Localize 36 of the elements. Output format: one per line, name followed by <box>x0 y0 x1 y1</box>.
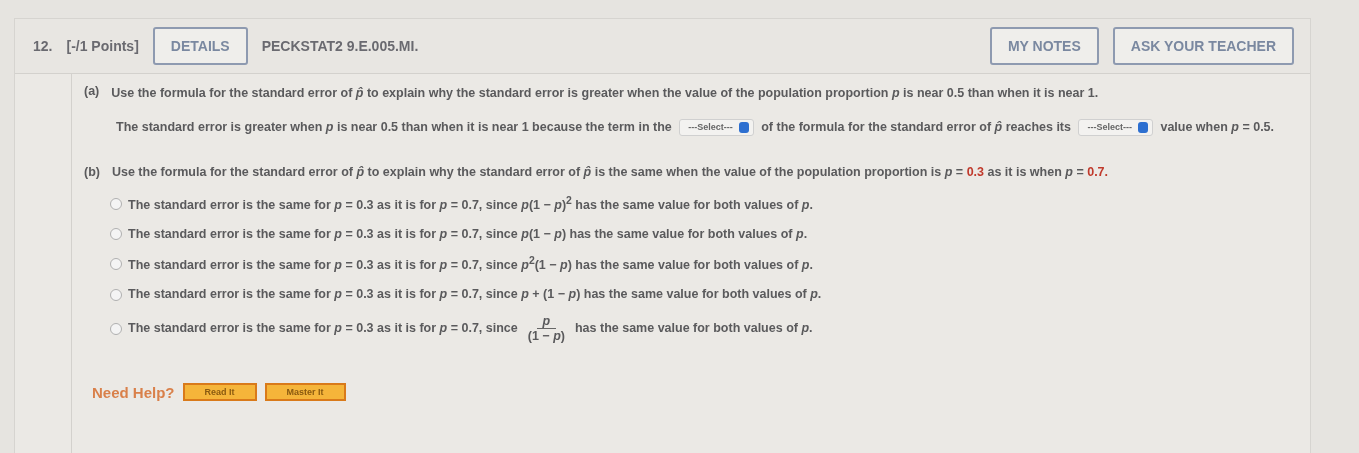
details-button[interactable]: DETAILS <box>152 27 248 65</box>
ask-teacher-button[interactable]: ASK YOUR TEACHER <box>1112 27 1294 65</box>
notes-button[interactable]: MY NOTES <box>989 27 1099 65</box>
part-label: (b) <box>84 164 100 179</box>
fraction-numerator: p <box>536 314 557 330</box>
option-text: has the same value for both values of p. <box>574 320 813 338</box>
radio-button[interactable] <box>110 258 122 271</box>
question-code: PECKSTAT2 9.E.005.MI. <box>261 38 419 54</box>
select-dropdown[interactable]: ---Select--- <box>679 119 754 136</box>
question-text: as it is when p = <box>986 164 1084 179</box>
answer-text: The standard error is greater when p is near 0.5 than when it is near 1 because the term in the <box>116 119 673 134</box>
option-text: The standard error is the same for p = 0.3 as it is for p = 0.7, since <box>128 320 518 338</box>
radio-button[interactable] <box>110 228 122 241</box>
option-text: The standard error is the same for p = 0.3 as it is for p = 0.7, since p(1 − p) has the same value for both values of p. <box>128 225 808 243</box>
radio-button[interactable] <box>110 197 122 210</box>
fraction-denominator: (1 − p) <box>527 329 565 344</box>
points-label: [-/1 Points] <box>66 38 139 54</box>
master-it-button[interactable]: Master It <box>264 383 346 402</box>
select-dropdown[interactable]: ---Select--- <box>1078 119 1153 136</box>
highlighted-value: 0.3 <box>965 164 984 179</box>
radio-button[interactable] <box>110 322 122 335</box>
question-text: Use the formula for the standard error of p̂ to explain why the standard error is greater when the value of the population proportion p is near 0.5 than when it is near 1. <box>111 85 1099 102</box>
radio-button[interactable] <box>110 288 122 301</box>
help-label: Need Help? <box>92 383 175 401</box>
question-text: Use the formula for the standard error of p̂ to explain why the standard error of p̂ is the same when the value of the population proportion is p = <box>111 164 964 179</box>
option-text: The standard error is the same for p = 0.3 as it is for p = 0.7, since p + (1 − p) has the same value for both values of p. <box>128 286 822 304</box>
answer-text: of the formula for the standard error of p̂ reaches its <box>760 119 1072 134</box>
highlighted-value: 0.7. <box>1086 164 1109 179</box>
question-number: 12. <box>33 38 53 54</box>
answer-text: value when p = 0.5. <box>1159 119 1275 134</box>
dropdown-icon <box>1137 121 1148 133</box>
part-label: (a) <box>84 84 100 100</box>
read-it-button[interactable]: Read It <box>182 383 257 402</box>
dropdown-icon <box>738 121 749 133</box>
option-text: The standard error is the same for p = 0.3 as it is for p = 0.7, since p$^{2}$(1 − p) has the same value for both values of p. <box>128 254 813 275</box>
option-text: The standard error is the same for p = 0.3 as it is for p = 0.7, since p(1 − p)$^{2}$ has the same value for both values of p. <box>128 193 813 214</box>
